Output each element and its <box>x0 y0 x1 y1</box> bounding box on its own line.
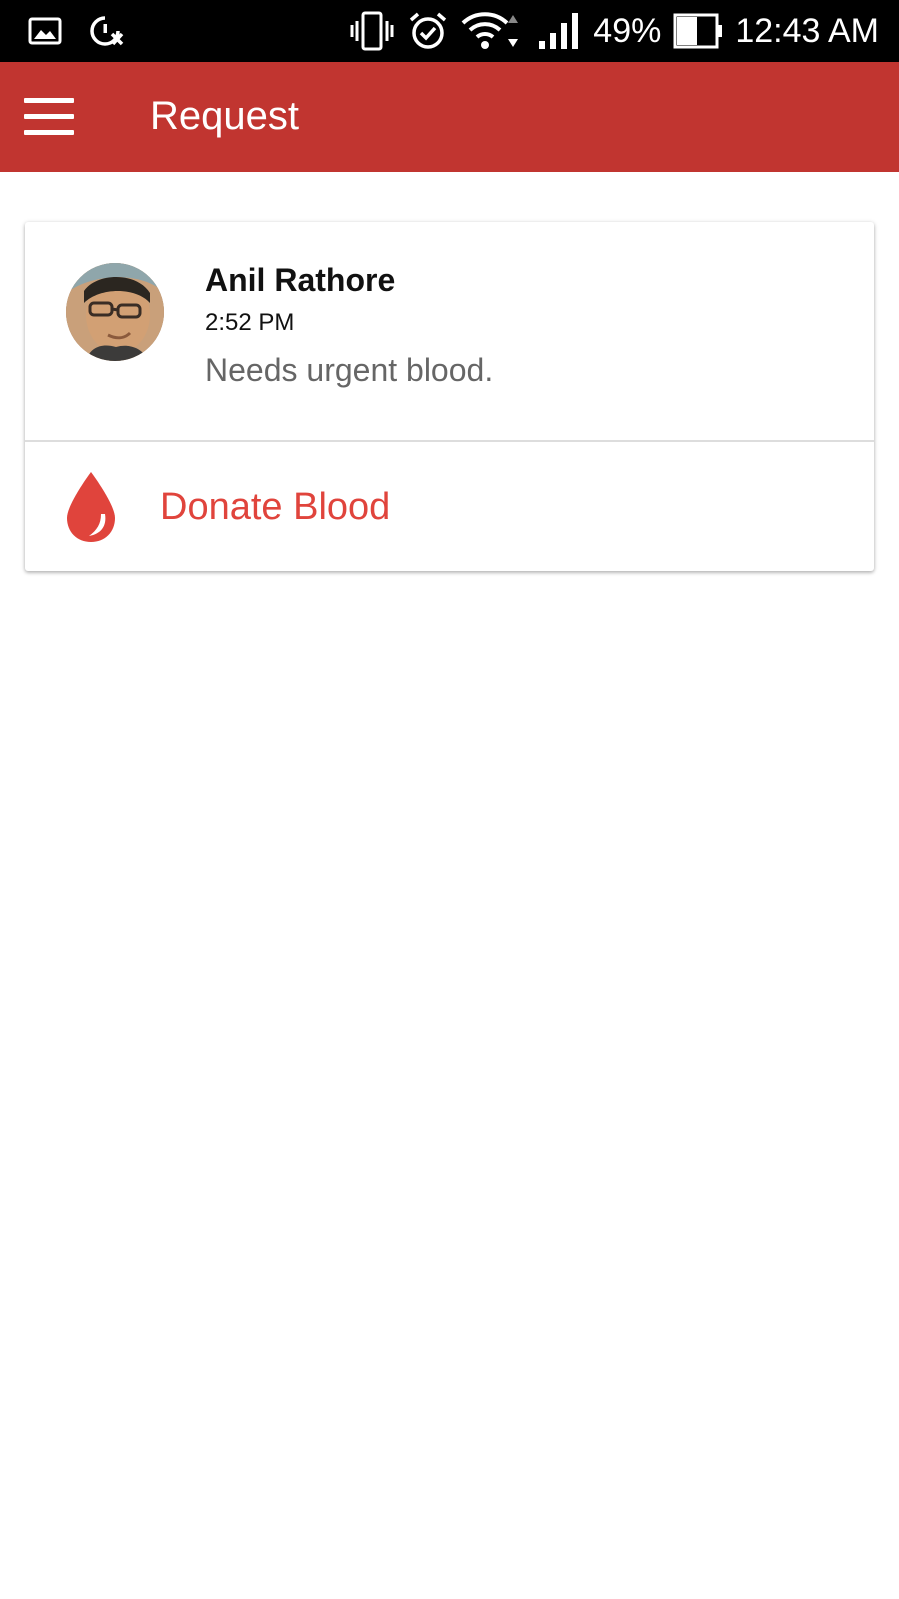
request-details[interactable]: Anil Rathore 2:52 PM Needs urgent blood. <box>25 222 874 440</box>
battery-percent: 49% <box>593 12 662 50</box>
battery-icon <box>673 13 723 49</box>
alarm-icon <box>410 12 447 49</box>
blood-drop-icon <box>67 472 115 542</box>
request-time: 2:52 PM <box>205 309 295 336</box>
app-bar: Request <box>0 62 899 172</box>
signal-icon <box>539 13 579 49</box>
avatar-photo <box>66 263 164 361</box>
avatar <box>66 263 164 361</box>
vibrate-icon <box>350 11 394 51</box>
request-card: Anil Rathore 2:52 PM Needs urgent blood.… <box>25 222 874 571</box>
status-left-icons <box>28 14 124 48</box>
donate-blood-label: Donate Blood <box>160 486 391 528</box>
wifi-icon <box>461 12 519 49</box>
status-right-icons: 49% 12:43 AM <box>349 10 879 52</box>
status-bar: 49% 12:43 AM <box>0 0 899 62</box>
request-message: Needs urgent blood. <box>205 352 494 388</box>
status-time: 12:43 AM <box>735 12 879 50</box>
donate-blood-button[interactable]: Donate Blood <box>25 442 874 571</box>
page-title: Request <box>150 94 299 138</box>
requester-name: Anil Rathore <box>205 262 396 298</box>
data-saver-icon <box>90 16 124 46</box>
hamburger-menu-icon[interactable] <box>24 96 76 138</box>
gallery-icon <box>28 17 62 45</box>
